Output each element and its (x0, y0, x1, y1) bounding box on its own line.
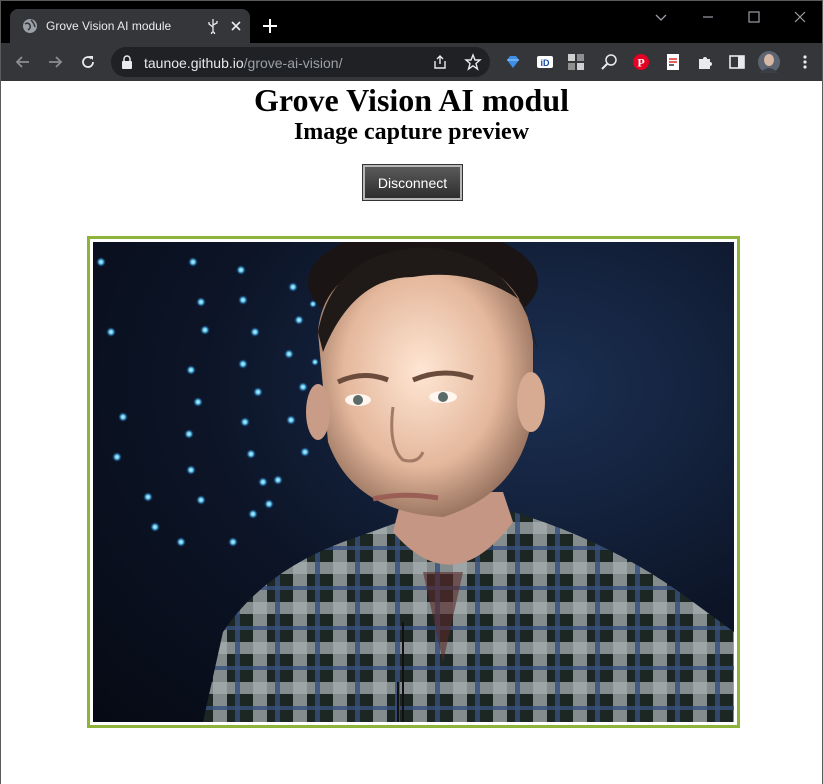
tab-strip: Grove Vision AI module (1, 1, 822, 43)
back-icon[interactable] (13, 52, 33, 72)
forward-icon[interactable] (45, 52, 65, 72)
star-icon[interactable] (464, 53, 482, 71)
globe-icon (23, 19, 37, 33)
url-path: /grove-ai-vision/ (243, 55, 343, 71)
active-tab[interactable]: Grove Vision AI module (10, 9, 250, 43)
puzzle-icon[interactable] (696, 53, 714, 71)
browser-window: Grove Vision AI module taunoe.github.io/… (0, 0, 823, 784)
url-text[interactable]: taunoe.github.io/grove-ai-vision/ (144, 55, 342, 71)
camera-frame-illustration (96, 242, 734, 722)
chevron-down-icon[interactable] (651, 7, 671, 27)
maximize-icon[interactable] (744, 7, 764, 27)
url-domain: taunoe.github.io (144, 55, 244, 71)
lock-icon[interactable] (121, 55, 133, 69)
page-subtitle: Image capture preview (293, 119, 530, 145)
disconnect-button[interactable]: Disconnect (362, 164, 463, 201)
close-window-icon[interactable] (790, 7, 810, 27)
grid-icon[interactable] (567, 53, 585, 71)
camera-preview-image (93, 242, 734, 722)
address-bar[interactable]: taunoe.github.io/grove-ai-vision/ (111, 47, 490, 77)
close-icon[interactable] (228, 18, 244, 34)
page-icon[interactable] (664, 53, 682, 71)
eyedropper-icon[interactable] (600, 53, 618, 71)
kebab-menu-icon[interactable] (796, 53, 814, 71)
svg-text:iD: iD (541, 58, 551, 68)
capture-frame (87, 236, 740, 728)
page-title: Grove Vision AI modul (253, 82, 570, 118)
minimize-icon[interactable] (698, 7, 718, 27)
page-content: Grove Vision AI modul Image capture prev… (1, 81, 822, 784)
tab-title: Grove Vision AI module (46, 19, 172, 33)
usb-icon (208, 19, 218, 34)
avatar[interactable] (758, 51, 780, 73)
svg-text:P: P (637, 56, 644, 70)
share-icon[interactable] (432, 54, 448, 70)
sidepanel-icon[interactable] (728, 53, 746, 71)
string-lights (96, 257, 319, 547)
id-icon[interactable]: iD (536, 53, 554, 71)
gem-icon[interactable] (504, 53, 522, 71)
reload-icon[interactable] (78, 52, 98, 72)
pinterest-icon[interactable]: P (632, 53, 650, 71)
new-tab-icon[interactable] (261, 17, 279, 35)
browser-toolbar: taunoe.github.io/grove-ai-vision/ iD P (1, 43, 822, 81)
